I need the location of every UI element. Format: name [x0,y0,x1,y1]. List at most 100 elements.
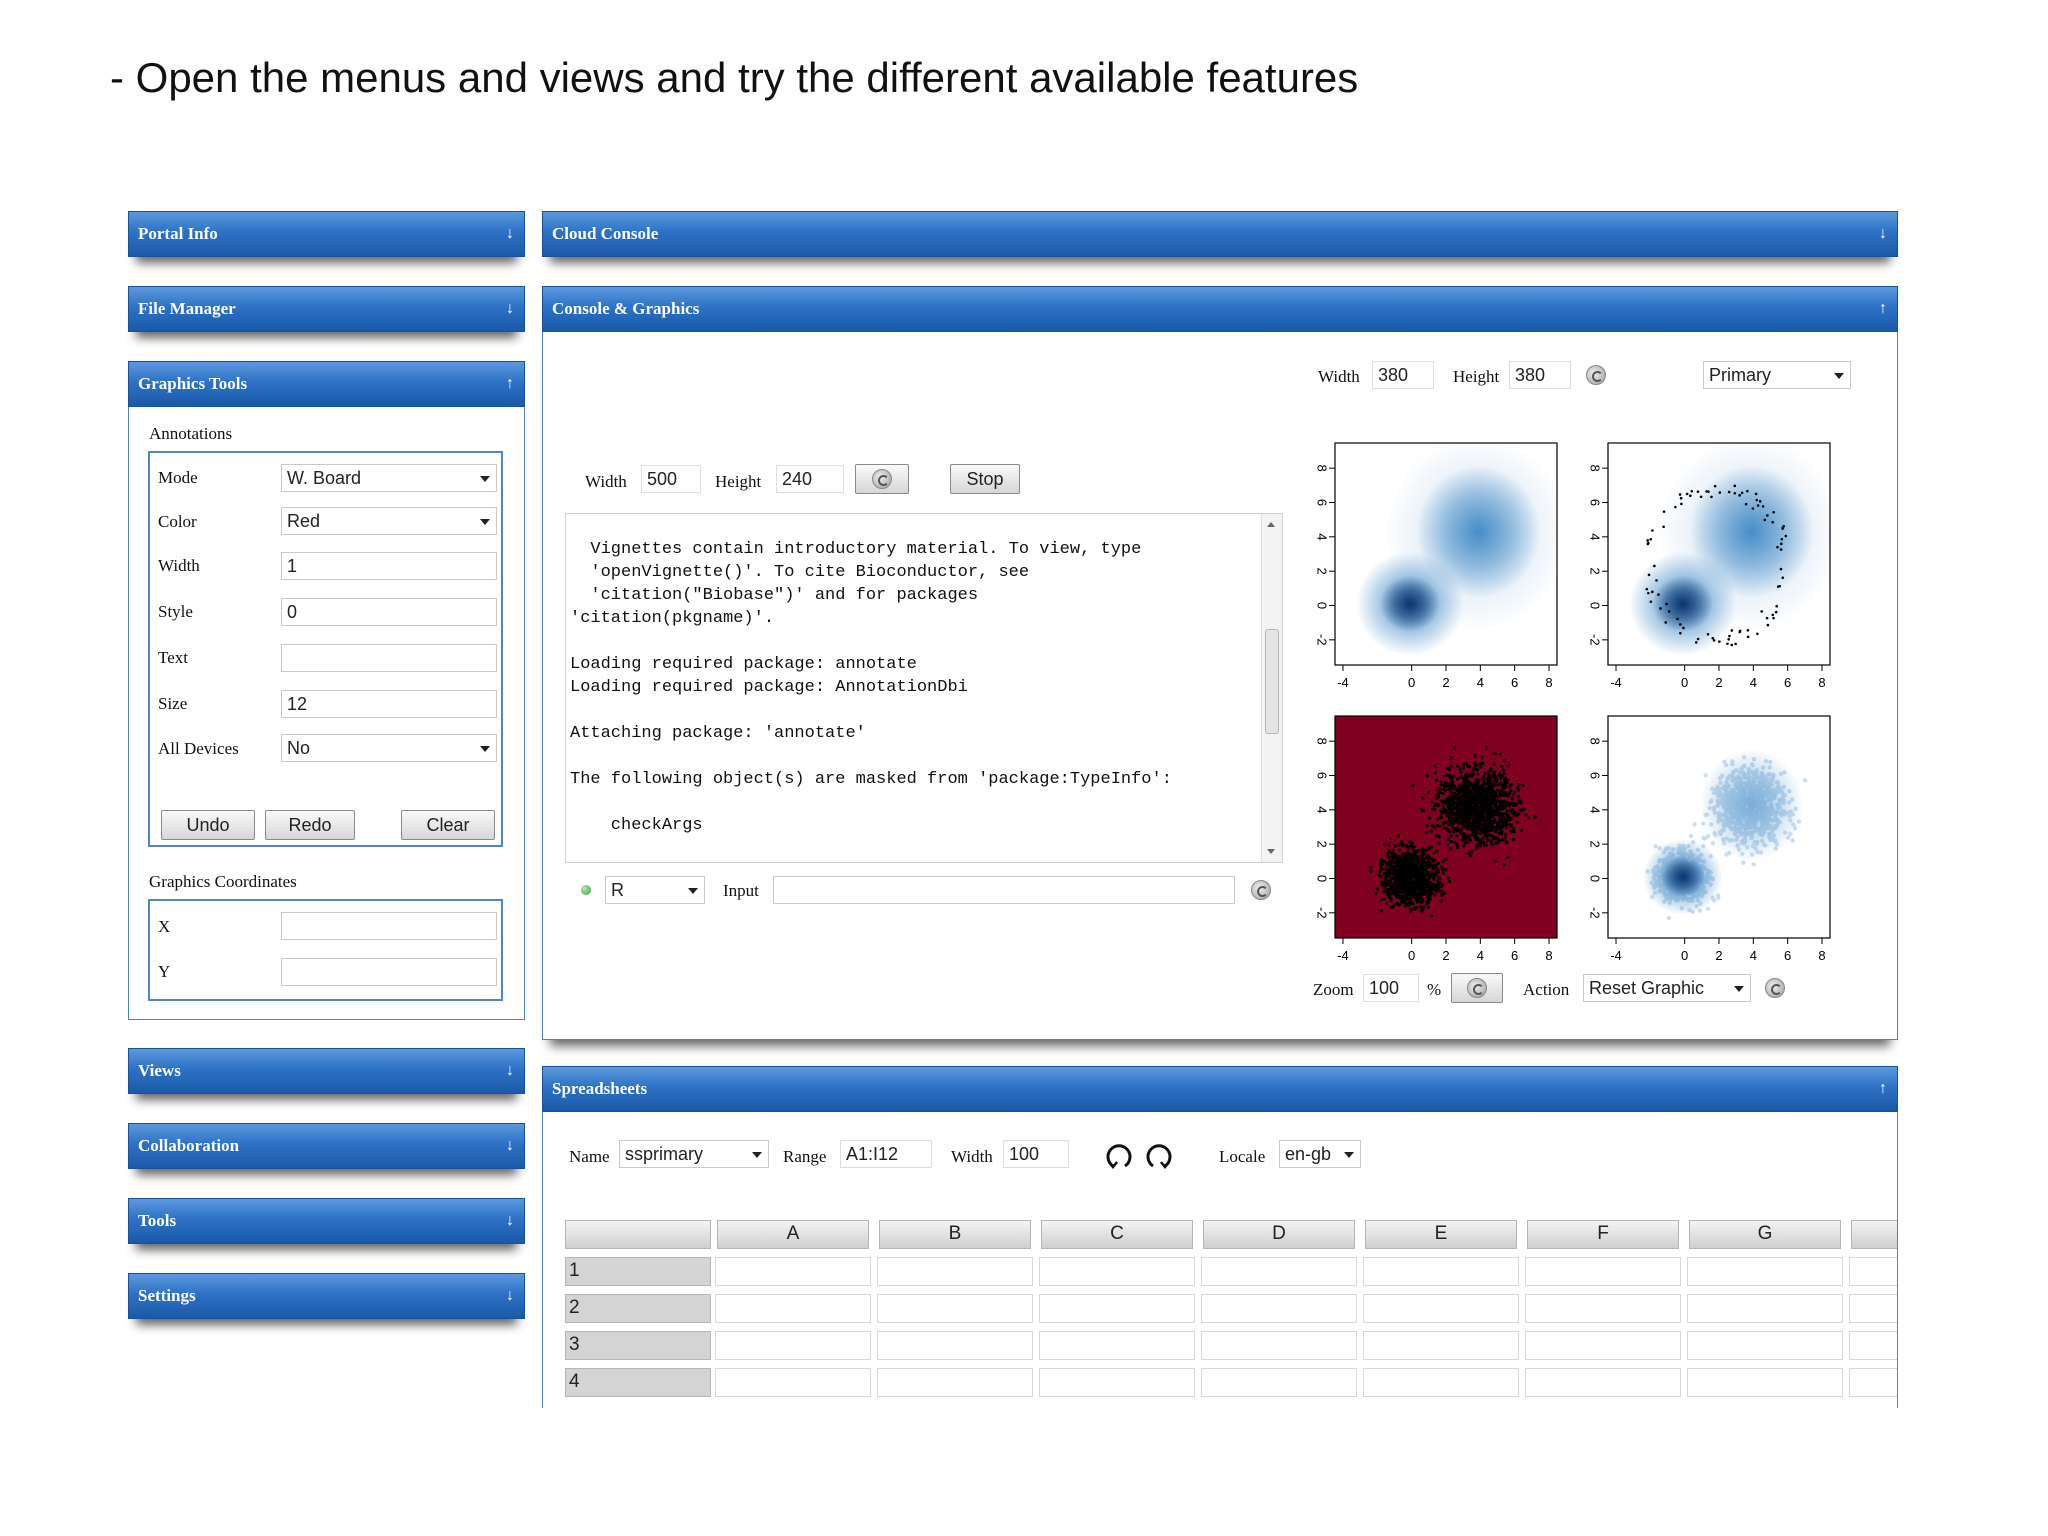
column-header[interactable]: G [1689,1220,1841,1249]
panel-file-manager[interactable]: File Manager ↓ [128,286,525,332]
chevron-down-icon[interactable]: ↓ [506,287,514,331]
console-resize-button[interactable] [855,464,909,494]
row-header[interactable]: 4 [565,1368,711,1397]
panel-views[interactable]: Views ↓ [128,1048,525,1094]
chevron-down-icon[interactable]: ↓ [506,1049,514,1093]
table-cell[interactable] [1525,1368,1681,1397]
mode-select[interactable]: W. Board [281,464,497,492]
scroll-up-icon[interactable] [1267,522,1275,527]
table-cell[interactable] [1363,1257,1519,1286]
chevron-up-icon[interactable]: ↑ [506,362,514,406]
size-field[interactable]: 12 [281,690,497,718]
chevron-down-icon[interactable]: ↓ [506,1124,514,1168]
x-coordinate-field[interactable] [281,912,497,940]
table-cell[interactable] [1039,1368,1195,1397]
text-field[interactable] [281,644,497,672]
locale-select[interactable]: en-gb [1279,1140,1361,1168]
table-cell[interactable] [877,1294,1033,1323]
spreadsheet-grid[interactable]: ABCDEFG 1 2 3 4 [565,1220,1897,1408]
panel-portal-info[interactable]: Portal Info ↓ [128,211,525,257]
action-select[interactable]: Reset Graphic [1583,974,1751,1002]
row-header[interactable]: 3 [565,1331,711,1360]
color-select[interactable]: Red [281,507,497,535]
undo-icon[interactable] [1103,1140,1135,1172]
table-cell[interactable] [715,1294,871,1323]
column-header[interactable]: C [1041,1220,1193,1249]
width-field[interactable]: 1 [281,552,497,580]
table-cell[interactable] [1849,1294,1897,1323]
table-cell[interactable] [715,1368,871,1397]
zoom-button[interactable] [1451,973,1503,1003]
column-header[interactable]: D [1203,1220,1355,1249]
table-cell[interactable] [1687,1294,1843,1323]
device-select[interactable]: Primary [1703,361,1851,389]
table-cell[interactable] [1363,1294,1519,1323]
redo-icon[interactable] [1143,1140,1175,1172]
table-cell[interactable] [1849,1257,1897,1286]
chevron-up-icon[interactable]: ↑ [1879,1067,1887,1111]
chevron-down-icon[interactable]: ↓ [1879,212,1887,256]
chevron-down-icon[interactable]: ↓ [506,1274,514,1318]
chevron-down-icon[interactable]: ↓ [506,1199,514,1243]
table-cell[interactable] [1201,1368,1357,1397]
table-cell[interactable] [1525,1331,1681,1360]
column-header[interactable] [1851,1220,1897,1249]
console-width-field[interactable]: 500 [641,465,701,493]
console-scrollbar[interactable] [1261,514,1282,862]
table-cell[interactable] [715,1257,871,1286]
table-cell[interactable] [1201,1331,1357,1360]
sheet-width-field[interactable]: 100 [1003,1140,1069,1168]
column-header[interactable]: A [717,1220,869,1249]
table-cell[interactable] [1201,1257,1357,1286]
graphics-device[interactable]: -4 0 2 4 6 8 -2 0 2 4 6 8 -4 0 2 4 6 8 -2 0 2 4 6 8 -4 0 2 4 6 8 -2 0 2 4… [1308,417,1851,963]
table-cell[interactable] [1039,1331,1195,1360]
column-header[interactable]: B [879,1220,1031,1249]
table-cell[interactable] [1849,1331,1897,1360]
scroll-thumb[interactable] [1265,629,1279,734]
table-cell[interactable] [1201,1294,1357,1323]
console-input[interactable] [773,876,1235,904]
action-execute-icon[interactable] [1765,978,1785,998]
graphics-height-field[interactable]: 380 [1509,361,1571,389]
panel-console-graphics[interactable]: Console & Graphics ↑ [542,286,1898,332]
y-coordinate-field[interactable] [281,958,497,986]
all-devices-select[interactable]: No [281,734,497,762]
table-cell[interactable] [1039,1257,1195,1286]
table-cell[interactable] [1687,1331,1843,1360]
panel-graphics-tools[interactable]: Graphics Tools ↑ [128,361,525,407]
panel-spreadsheets[interactable]: Spreadsheets ↑ [542,1066,1898,1112]
table-cell[interactable] [1687,1257,1843,1286]
table-cell[interactable] [1363,1331,1519,1360]
zoom-field[interactable]: 100 [1363,974,1419,1002]
column-header[interactable]: F [1527,1220,1679,1249]
panel-collaboration[interactable]: Collaboration ↓ [128,1123,525,1169]
console-height-field[interactable]: 240 [776,465,844,493]
graphics-refresh-icon[interactable] [1586,365,1606,385]
console-output[interactable]: Vignettes contain introductory material.… [565,513,1283,863]
execute-icon[interactable] [1251,880,1271,900]
corner-cell[interactable] [565,1220,711,1249]
table-cell[interactable] [1039,1294,1195,1323]
range-field[interactable]: A1:I12 [840,1140,932,1168]
column-header[interactable]: E [1365,1220,1517,1249]
style-field[interactable]: 0 [281,598,497,626]
table-cell[interactable] [1525,1257,1681,1286]
chevron-up-icon[interactable]: ↑ [1879,287,1887,331]
sheet-name-select[interactable]: ssprimary [619,1140,769,1168]
panel-cloud-console[interactable]: Cloud Console ↓ [542,211,1898,257]
table-cell[interactable] [1849,1368,1897,1397]
table-cell[interactable] [1525,1294,1681,1323]
graphics-width-field[interactable]: 380 [1372,361,1434,389]
row-header[interactable]: 1 [565,1257,711,1286]
redo-button[interactable]: Redo [265,810,355,840]
table-cell[interactable] [715,1331,871,1360]
panel-tools[interactable]: Tools ↓ [128,1198,525,1244]
language-select[interactable]: R [605,876,705,904]
chevron-down-icon[interactable]: ↓ [506,212,514,256]
table-cell[interactable] [1687,1368,1843,1397]
table-cell[interactable] [877,1331,1033,1360]
clear-button[interactable]: Clear [401,810,495,840]
table-cell[interactable] [877,1368,1033,1397]
stop-button[interactable]: Stop [950,464,1020,494]
scroll-down-icon[interactable] [1267,849,1275,854]
